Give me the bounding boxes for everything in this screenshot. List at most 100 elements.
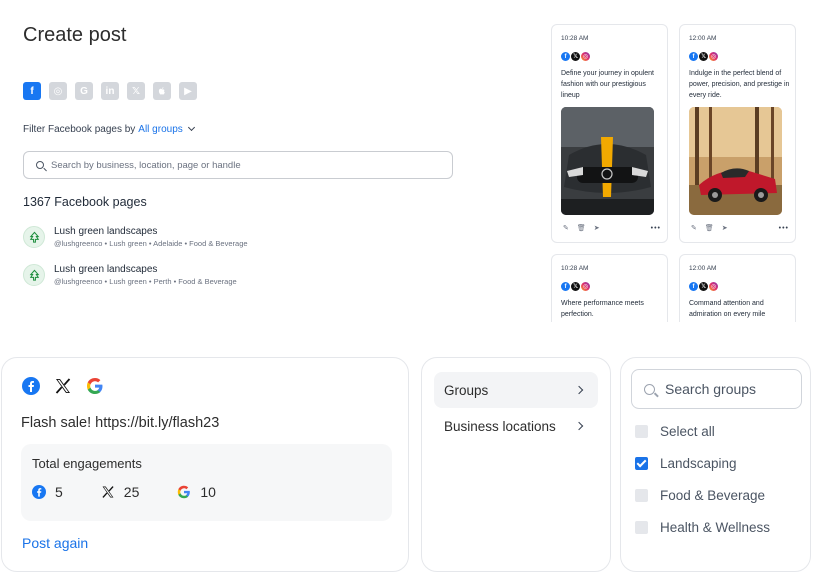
post-preview-card[interactable]: 12:00 AM f 𝕏 ◎ Indulge in the perfect bl… [679,24,796,243]
checkbox[interactable] [635,521,648,534]
menu-item-business-locations[interactable]: Business locations [434,408,598,444]
menu-item-label: Business locations [444,418,556,434]
facebook-icon[interactable]: f [23,82,41,100]
x-icon: 𝕏 [699,282,708,291]
search-icon [644,383,655,395]
page-name: Lush green landscapes [54,226,158,237]
post-time: 12:00 AM [689,35,717,42]
google-icon[interactable]: G [75,82,93,100]
network-selector: f ◎ G in 𝕏 ▶ [23,82,197,100]
post-actions: ✎ 🗑 ➤ ••• [563,224,661,233]
engagements-row: 5 25 10 [32,484,254,500]
google-icon [87,378,103,394]
option-health-wellness[interactable]: Health & Wellness [635,520,770,535]
send-icon[interactable]: ➤ [594,224,600,232]
post-preview-card[interactable]: 12:00 AM f 𝕏 ◎ Command attention and adm… [679,254,796,322]
list-item[interactable]: Lush green landscapes @lushgreenco • Lus… [23,264,237,286]
tree-icon [29,231,39,243]
post-time: 10:28 AM [561,265,589,272]
x-icon: 𝕏 [699,52,708,61]
instagram-icon[interactable]: ◎ [49,82,67,100]
checkbox[interactable] [635,425,648,438]
filter-row: Filter Facebook pages by All groups [23,123,195,135]
groups-panel: Select all Landscaping Food & Beverage H… [620,357,811,572]
facebook-icon: f [689,52,698,61]
checkbox[interactable] [635,489,648,502]
create-post-section: Create post f ◎ G in 𝕏 ▶ Filter Facebook… [0,0,540,330]
instagram-icon: ◎ [709,52,718,61]
instagram-icon: ◎ [581,282,590,291]
avatar [23,264,45,286]
post-preview-card[interactable]: 10:28 AM f 𝕏 ◎ Where performance meets p… [551,254,668,322]
post-actions: ✎ 🗑 ➤ ••• [691,224,789,233]
option-landscaping[interactable]: Landscaping [635,456,737,471]
edit-icon[interactable]: ✎ [563,224,569,232]
chevron-down-icon[interactable] [187,123,195,132]
facebook-engagements: 5 [55,484,63,500]
search-input[interactable] [51,159,431,171]
menu-item-groups[interactable]: Groups [434,372,598,408]
option-label: Health & Wellness [660,520,771,535]
post-caption: Where performance meets perfection. [561,300,644,318]
post-networks: f 𝕏 ◎ [561,282,590,291]
page-meta: @lushgreenco • Lush green • Perth • Food… [54,277,237,286]
more-icon[interactable]: ••• [651,225,661,232]
delete-icon[interactable]: 🗑 [705,224,714,232]
menu-item-label: Groups [444,382,489,398]
option-food-beverage[interactable]: Food & Beverage [635,488,765,503]
instagram-icon: ◎ [581,52,590,61]
car-photo [561,107,654,215]
list-item[interactable]: Lush green landscapes @lushgreenco • Lus… [23,226,248,248]
post-networks: f 𝕏 ◎ [689,52,718,61]
engagements-box: Total engagements 5 25 10 [21,444,392,521]
checkbox-checked[interactable] [635,457,648,470]
facebook-icon: f [689,282,698,291]
x-icon[interactable]: 𝕏 [127,82,145,100]
x-icon [102,486,114,498]
facebook-icon [22,377,40,395]
option-label: Select all [660,424,715,439]
filter-menu: Groups Business locations [421,357,611,572]
instagram-icon: ◎ [709,282,718,291]
filter-label: Filter Facebook pages by [23,124,136,135]
post-stats-card: Flash sale! https://bit.ly/flash23 Total… [1,357,409,572]
group-filter-dropdown[interactable]: All groups [138,124,182,135]
edit-icon[interactable]: ✎ [691,224,697,232]
post-caption: Command attention and admiration on ever… [689,300,766,318]
post-caption: Define your journey in opulent fashion w… [561,70,655,99]
google-icon [178,485,191,499]
post-message: Flash sale! https://bit.ly/flash23 [21,415,220,431]
delete-icon[interactable]: 🗑 [577,224,586,232]
apple-icon[interactable] [153,82,171,100]
chevron-right-icon [574,421,584,431]
x-icon: 𝕏 [571,282,580,291]
post-preview-card[interactable]: 10:28 AM f 𝕏 ◎ Define your journey in op… [551,24,668,243]
post-networks: f 𝕏 ◎ [561,52,590,61]
post-time: 10:28 AM [561,35,589,42]
facebook-icon: f [561,52,570,61]
post-caption: Indulge in the perfect blend of power, p… [689,70,790,99]
post-again-button[interactable]: Post again [22,535,88,551]
page-meta: @lushgreenco • Lush green • Adelaide • F… [54,239,248,248]
option-label: Landscaping [660,456,737,471]
chevron-right-icon [574,385,584,395]
pages-count: 1367 Facebook pages [23,195,147,209]
page-title: Create post [23,24,127,46]
x-icon [55,378,71,394]
facebook-icon: f [561,282,570,291]
send-icon[interactable]: ➤ [722,224,728,232]
search-icon [36,161,44,169]
youtube-icon[interactable]: ▶ [179,82,197,100]
linkedin-icon[interactable]: in [101,82,119,100]
more-icon[interactable]: ••• [779,225,789,232]
group-search-bar [631,369,802,409]
option-select-all[interactable]: Select all [635,424,715,439]
car-photo [689,107,782,215]
facebook-icon [32,485,46,499]
avatar [23,226,45,248]
google-engagements: 10 [200,484,216,500]
x-engagements: 25 [123,484,140,500]
page-name: Lush green landscapes [54,264,158,275]
engagements-title: Total engagements [32,456,142,471]
group-search-input[interactable] [665,381,795,397]
